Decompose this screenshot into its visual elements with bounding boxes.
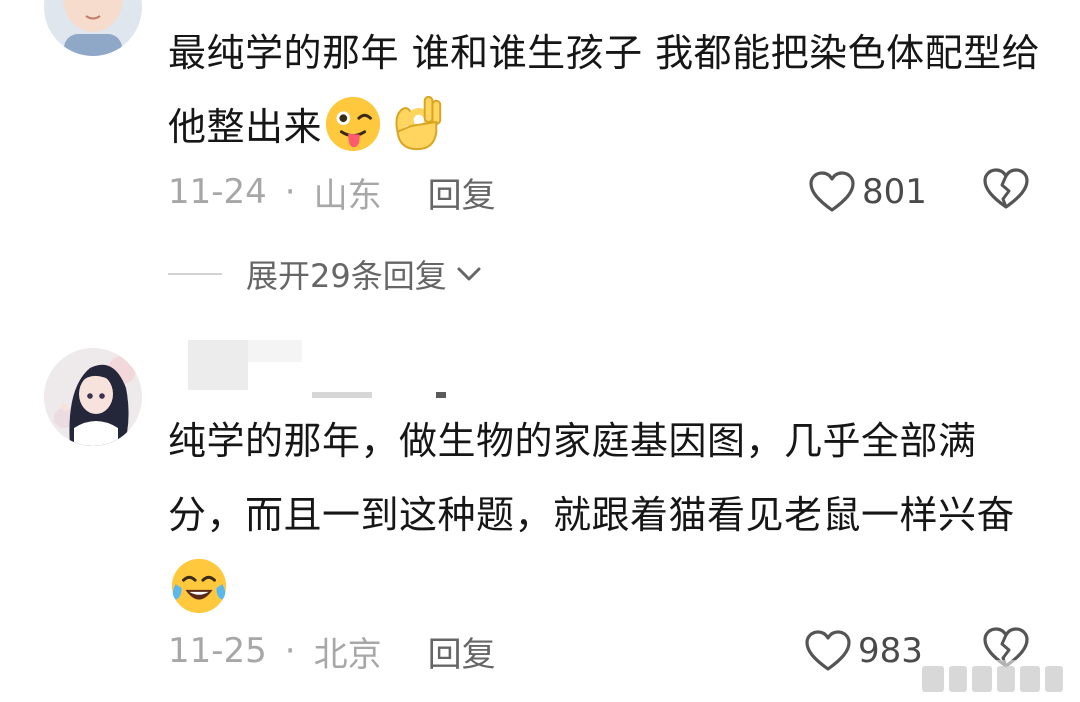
comment-date: 11-24 (168, 172, 267, 212)
watermark-glyph (972, 666, 992, 692)
expand-replies-button[interactable]: 展开29条回复 (168, 250, 483, 298)
redacted-username (436, 392, 446, 398)
broken-heart-icon (983, 168, 1029, 209)
reply-button[interactable]: 回复 (428, 168, 496, 217)
watermark-glyph (997, 666, 1015, 692)
heart-outline-icon (805, 630, 851, 671)
divider-line (168, 273, 222, 275)
ok-hand-emoji (395, 95, 442, 150)
comment-text: 最纯学的那年 谁和谁生孩子 我都能把染色体配型给他整出来 (168, 31, 1041, 149)
watermark (918, 660, 1080, 698)
watermark-glyph (1020, 666, 1040, 692)
comment-location: 北京 (313, 634, 382, 675)
comment-meta: 11-24 · 山东 回复 (168, 167, 496, 217)
redacted-username (188, 340, 248, 390)
avatar[interactable] (44, 348, 142, 446)
chevron-down-icon (457, 267, 481, 281)
comment-body: 最纯学的那年 谁和谁生孩子 我都能把染色体配型给他整出来 (168, 16, 1048, 164)
comment-location: 山东 (313, 175, 382, 216)
comment-date: 11-25 (168, 631, 267, 671)
heart-outline-icon (809, 171, 855, 212)
watermark-glyph (922, 666, 944, 692)
like-count: 801 (862, 172, 927, 212)
comment-list: 最纯学的那年 谁和谁生孩子 我都能把染色体配型给他整出来 11-24 · 山东 … (0, 0, 1080, 702)
like-button[interactable]: 801 (808, 167, 927, 217)
watermark-glyph (1045, 666, 1063, 692)
dislike-button[interactable] (982, 167, 1032, 217)
child-avatar-image (44, 0, 142, 56)
avatar[interactable] (44, 0, 142, 56)
redacted-username (248, 340, 302, 362)
like-button[interactable]: 983 (804, 626, 923, 676)
reply-button[interactable]: 回复 (428, 627, 496, 676)
redacted-username (312, 392, 372, 398)
comment-body: 纯学的那年，做生物的家庭基因图，几乎全部满分，而且一到这种题，就跟着猫看见老鼠一… (168, 404, 1048, 626)
tears-of-joy-emoji (171, 558, 227, 613)
comment-meta: 11-25 · 北京 回复 (168, 626, 496, 676)
like-count: 983 (858, 631, 923, 671)
meta-separator: · (284, 631, 296, 671)
meta-separator: · (284, 172, 296, 212)
watermark-glyph (949, 666, 967, 692)
comment-text: 纯学的那年，做生物的家庭基因图，几乎全部满分，而且一到这种题，就跟着猫看见老鼠一… (168, 419, 1016, 537)
anime-girl-avatar-image (44, 348, 142, 446)
expand-replies-label: 展开29条回复 (246, 257, 447, 295)
tongue-wink-emoji (325, 96, 381, 151)
